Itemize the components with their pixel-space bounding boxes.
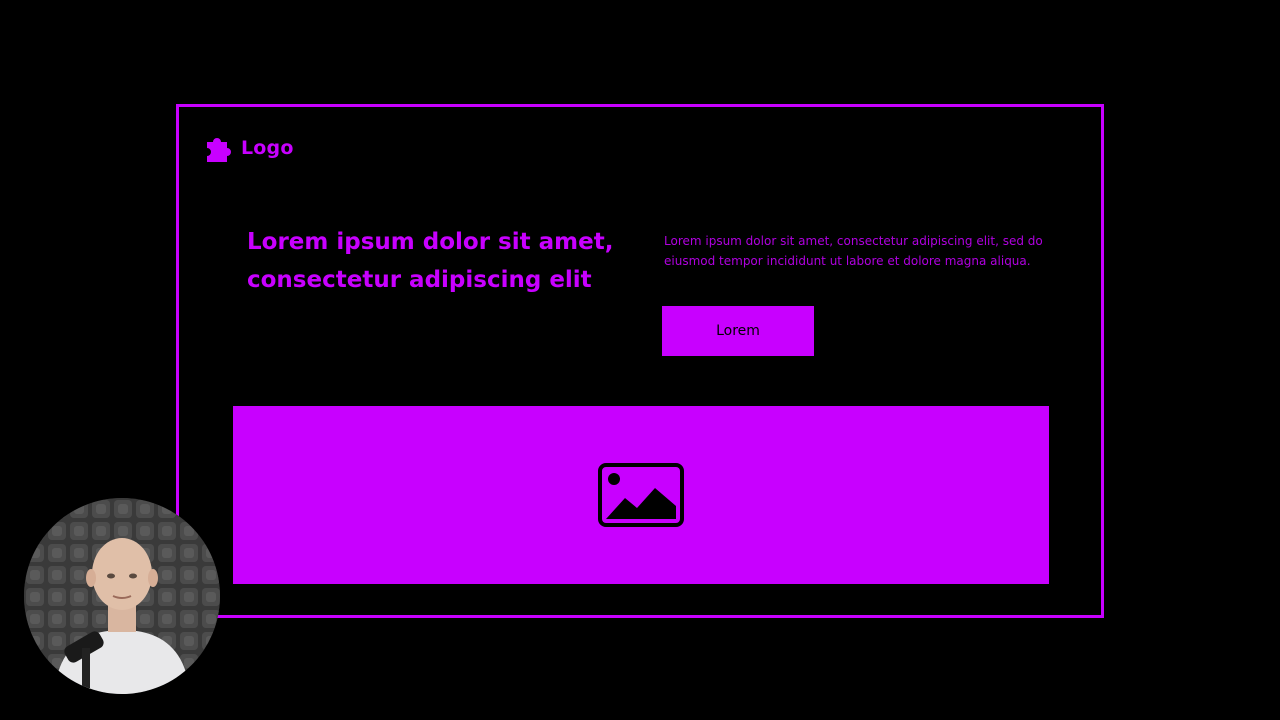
hero-paragraph: Lorem ipsum dolor sit amet, consectetur … — [664, 234, 1043, 268]
video-frame: Logo Lorem ipsum dolor sit amet, consect… — [0, 0, 1280, 720]
wireframe-page: Logo Lorem ipsum dolor sit amet, consect… — [176, 104, 1104, 618]
hero-headline: Lorem ipsum dolor sit amet, consectetur … — [247, 229, 614, 293]
image-icon — [598, 463, 684, 527]
puzzle-piece-icon — [207, 138, 231, 162]
cta-button[interactable]: Lorem — [662, 306, 814, 356]
logo[interactable]: Logo — [201, 133, 294, 163]
presenter-avatar — [24, 498, 220, 694]
presenter-webcam — [24, 498, 220, 694]
logo-text: Logo — [241, 137, 294, 159]
image-placeholder — [233, 406, 1049, 584]
